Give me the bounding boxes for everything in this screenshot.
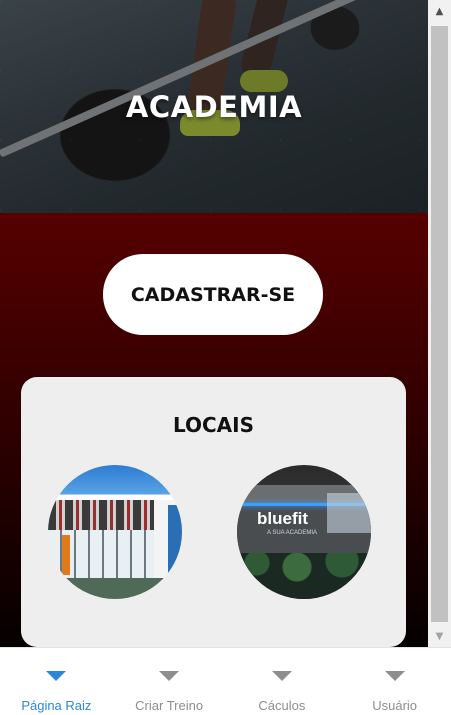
tab-label: Página Raiz: [21, 698, 92, 713]
main-scroll-area: ACADEMIA CADASTRAR-SE LOCAIS bluefit A S…: [0, 0, 428, 647]
triangle-down-icon: [384, 671, 405, 681]
scrollbar-thumb[interactable]: [431, 26, 448, 622]
triangle-down-icon: [159, 671, 180, 681]
tab-usuario[interactable]: Usuário: [338, 648, 451, 715]
tab-caculos[interactable]: Cáculos: [226, 648, 339, 715]
building-ground: [48, 578, 182, 599]
tab-criar-treino[interactable]: Criar Treino: [113, 648, 226, 715]
tab-pagina-raiz[interactable]: Página Raiz: [0, 648, 113, 715]
bottom-tab-bar: Página Raiz Criar Treino Cáculos Usuário: [0, 647, 451, 715]
locations-title: LOCAIS: [172, 413, 255, 437]
triangle-down-icon: [271, 671, 292, 681]
building-facade: [48, 500, 154, 530]
location-1-image[interactable]: [48, 465, 182, 599]
bluefit-tagline: A SUA ACADEMIA: [267, 530, 318, 536]
building-side-accent: [168, 505, 182, 575]
bluefit-logo: bluefit: [257, 509, 308, 528]
hero-banner: ACADEMIA: [0, 0, 428, 213]
tab-label: Usuário: [372, 698, 418, 713]
scroll-up-icon[interactable]: ▲: [428, 0, 451, 22]
palm-trees: [237, 553, 371, 599]
signup-button[interactable]: CADASTRAR-SE: [103, 254, 323, 335]
hero-shoe: [240, 70, 288, 92]
building-accent: [62, 535, 70, 575]
triangle-down-icon: [46, 671, 67, 681]
tab-label: Cáculos: [258, 698, 306, 713]
building-window: [327, 493, 371, 533]
tab-label: Criar Treino: [135, 698, 204, 713]
locations-card: LOCAIS bluefit A SUA ACADEMIA: [21, 377, 406, 647]
location-2-image[interactable]: bluefit A SUA ACADEMIA: [237, 465, 371, 599]
scroll-down-icon[interactable]: ▼: [428, 625, 451, 647]
vertical-scrollbar[interactable]: ▲ ▼: [428, 0, 451, 647]
hero-title: ACADEMIA: [125, 90, 303, 124]
